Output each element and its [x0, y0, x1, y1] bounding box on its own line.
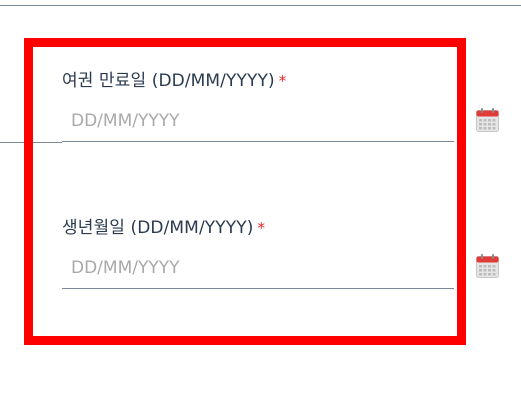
calendar-icon[interactable]	[476, 108, 499, 132]
form-divider	[0, 5, 521, 6]
calendar-icon[interactable]	[476, 254, 499, 278]
highlight-frame	[24, 38, 466, 345]
page: 여권 만료일 (DD/MM/YYYY) * 생년월일 (DD/MM/YYYY) …	[0, 0, 521, 402]
